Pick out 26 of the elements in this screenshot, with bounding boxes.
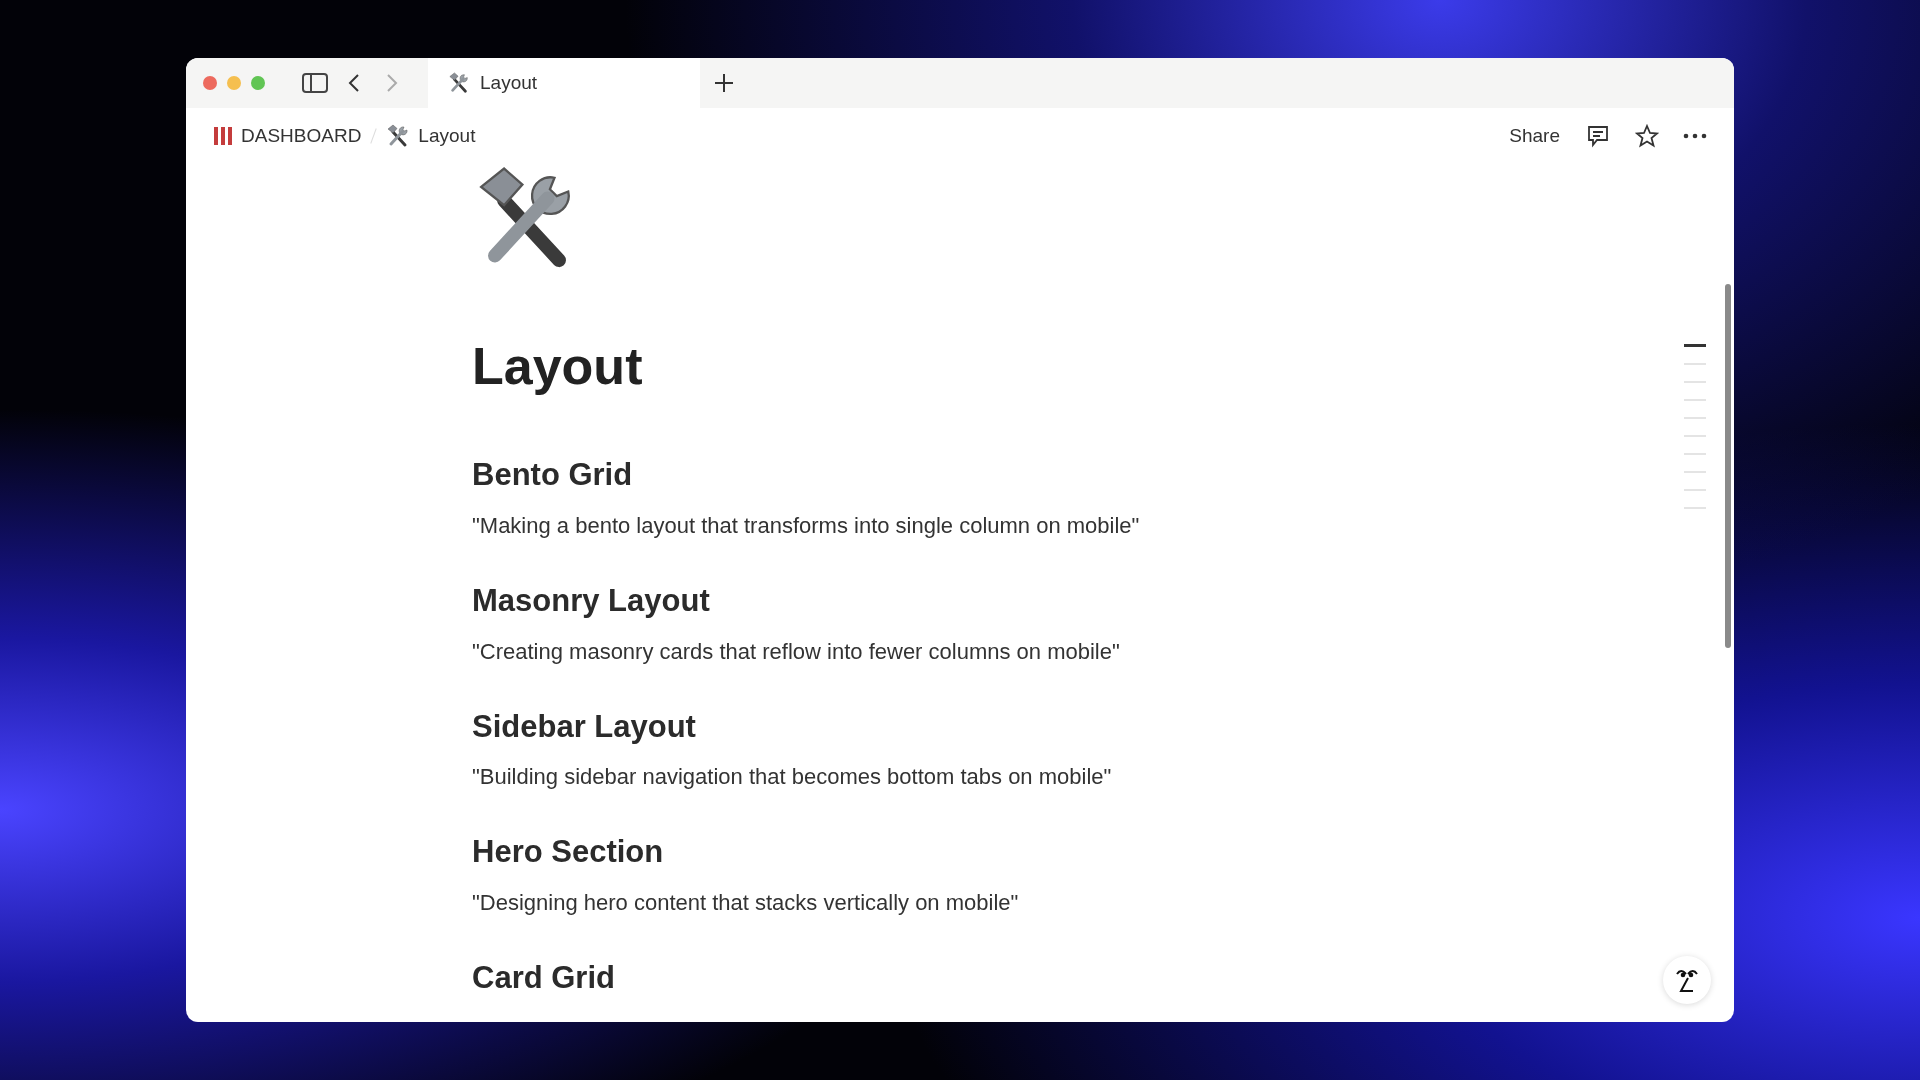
- section-heading: Bento Grid: [472, 456, 633, 494]
- close-window-button[interactable]: [203, 76, 217, 90]
- comment-icon[interactable]: [1586, 124, 1610, 148]
- section-heading: Card Grid: [472, 959, 615, 997]
- breadcrumb-link[interactable]: Layout: [386, 121, 476, 151]
- help-button[interactable]: [1663, 956, 1711, 1004]
- section-description: "Making a bento layout that transforms into single column on mobile": [472, 511, 1140, 540]
- more-options-icon[interactable]: [1683, 133, 1707, 139]
- browser-tab[interactable]: Layout: [428, 58, 700, 108]
- section-description: "Creating masonry cards that reflow into fewer columns on mobile": [472, 637, 1120, 666]
- outline-marker[interactable]: [1684, 344, 1706, 347]
- section-heading: Sidebar Layout: [472, 707, 696, 746]
- section-heading: Hero Section: [472, 833, 664, 872]
- minimize-window-button[interactable]: [227, 76, 241, 90]
- face-icon: [1675, 967, 1699, 993]
- section-description: "Designing hero content that stacks vertically on mobile": [472, 889, 1019, 917]
- new-tab-icon[interactable]: [714, 73, 734, 93]
- breadcrumb-link[interactable]: DASHBOARD: [213, 121, 362, 151]
- section-heading: Masonry Layout: [472, 581, 710, 620]
- books-icon: [213, 126, 233, 146]
- maximize-window-button[interactable]: [251, 76, 265, 90]
- share-button[interactable]: Share: [1509, 121, 1560, 151]
- scrollbar[interactable]: [1725, 284, 1731, 648]
- sidebar-toggle-icon[interactable]: [302, 73, 328, 93]
- star-icon[interactable]: [1635, 124, 1659, 148]
- section-description: "Building sidebar navigation that becomes bottom tabs on mobile": [472, 763, 1112, 792]
